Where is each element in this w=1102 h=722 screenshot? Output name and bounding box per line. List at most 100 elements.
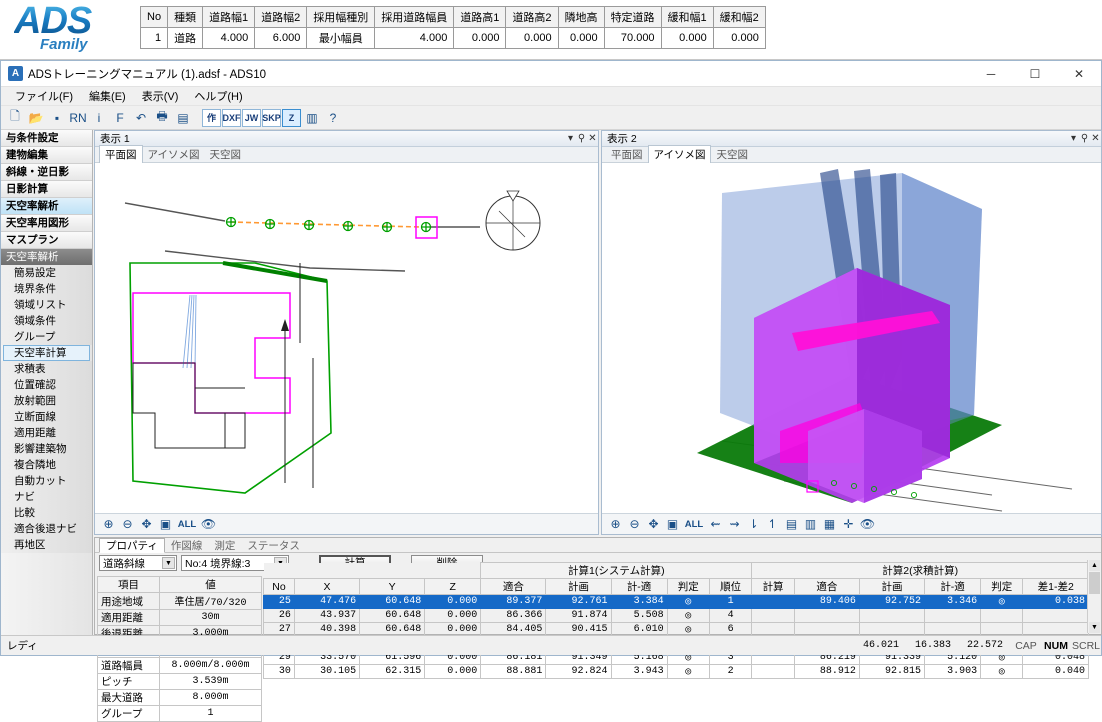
sidebar-subitem-複合隣地[interactable]: 複合隣地 (1, 457, 92, 473)
print-icon[interactable]: 🖶 (152, 108, 172, 128)
results-scrollbar[interactable]: ▲ ▼ (1087, 560, 1100, 633)
viewport2-close-icon[interactable]: ✕ (1090, 133, 1101, 144)
pan-icon[interactable]: ✥ (644, 515, 663, 533)
rotate-right-icon[interactable]: ⇝ (725, 515, 744, 533)
panel-tab-測定[interactable]: 測定 (208, 538, 241, 553)
font-icon[interactable]: F (110, 108, 130, 128)
viewport1-tab-平面図[interactable]: 平面図 (99, 145, 143, 164)
view-box-1-icon[interactable]: ▤ (782, 515, 801, 533)
zoom-window-icon[interactable]: ▣ (663, 515, 682, 533)
sidebar-subitem-位置確認[interactable]: 位置確認 (1, 377, 92, 393)
view-box-3-icon[interactable]: ▦ (820, 515, 839, 533)
zoom-all-button[interactable]: ALL (682, 515, 706, 533)
sidebar-item-日影計算[interactable]: 日影計算 (1, 181, 92, 198)
table-row[interactable]: 2643.93760.6480.00086.36691.8745.508◎4 (264, 609, 1089, 623)
menu-item[interactable]: 表示(V) (134, 87, 187, 105)
results-table[interactable]: 計算1(システム計算) 計算2(求積計算) NoXYZ適合計画計-適判定順位計算… (263, 562, 1089, 679)
panel-tab-作図線[interactable]: 作図線 (165, 538, 209, 553)
viewport1-pin-icon[interactable]: ⚲ (576, 133, 587, 144)
viewport1-close-icon[interactable]: ✕ (587, 133, 598, 144)
viewport2-pin-icon[interactable]: ⚲ (1079, 133, 1090, 144)
sidebar-subitem-グループ[interactable]: グループ (1, 329, 92, 345)
sidebar-item-建物編集[interactable]: 建物編集 (1, 147, 92, 164)
sidebar-subitem-放射範囲[interactable]: 放射範囲 (1, 393, 92, 409)
mode-jw[interactable]: JW (242, 109, 261, 127)
line-type-select[interactable]: 道路斜線 ▼ (99, 555, 177, 571)
sidebar-subitem-求積表[interactable]: 求積表 (1, 361, 92, 377)
sidebar-item-マスプラン[interactable]: マスプラン (1, 232, 92, 249)
viewport2-tab-平面図[interactable]: 平面図 (606, 146, 648, 163)
undo-icon[interactable]: ↶ (131, 108, 151, 128)
view-eye-icon[interactable]: 👁 (858, 515, 877, 533)
panel-tab-ステータス[interactable]: ステータス (241, 538, 306, 553)
sidebar-subitem-立断面線[interactable]: 立断面線 (1, 409, 92, 425)
mode-saku[interactable]: 作 (202, 109, 221, 127)
mode-z[interactable]: Z (282, 109, 301, 127)
viewport2-tab-アイソメ図[interactable]: アイソメ図 (648, 145, 712, 164)
sidebar-subitem-自動カット[interactable]: 自動カット (1, 473, 92, 489)
property-value: 30m (160, 610, 262, 626)
isometric-view-canvas[interactable] (602, 163, 1101, 512)
table-row[interactable]: 3030.10562.3150.00088.88192.8243.943◎288… (264, 665, 1089, 679)
menu-item[interactable]: 編集(E) (81, 87, 134, 105)
property-row: 用途地域準住居/70/320 (98, 593, 262, 610)
panel-tab-プロパティ[interactable]: プロパティ (99, 538, 165, 553)
view-eye-icon[interactable]: 👁 (199, 515, 218, 533)
sidebar-subitem-簡易設定[interactable]: 簡易設定 (1, 265, 92, 281)
zoom-window-icon[interactable]: ▣ (156, 515, 175, 533)
window-list-icon[interactable]: ▥ (302, 108, 322, 128)
menu-item[interactable]: ヘルプ(H) (186, 87, 250, 105)
new-file-icon[interactable]: 🗋 (5, 108, 25, 128)
sidebar-subitem-適合後退ナビ[interactable]: 適合後退ナビ (1, 521, 92, 537)
maximize-button[interactable]: ☐ (1013, 61, 1057, 87)
scroll-thumb[interactable] (1089, 572, 1100, 594)
save-file-icon[interactable]: ▪ (47, 108, 67, 128)
sidebar-item-天空率用図形[interactable]: 天空率用図形 (1, 215, 92, 232)
pan-icon[interactable]: ✥ (137, 515, 156, 533)
close-button[interactable]: ✕ (1057, 61, 1101, 87)
sidebar-subitem-領域リスト[interactable]: 領域リスト (1, 297, 92, 313)
list-icon[interactable]: ▤ (173, 108, 193, 128)
minimize-button[interactable]: ─ (969, 61, 1013, 87)
sidebar-subitem-再地区[interactable]: 再地区 (1, 537, 92, 553)
view-box-2-icon[interactable]: ▥ (801, 515, 820, 533)
zoom-out-icon[interactable]: ⊖ (118, 515, 137, 533)
table-cell: 最小幅員 (307, 28, 375, 49)
sidebar-item-天空率解析[interactable]: 天空率解析 (1, 198, 92, 215)
viewport2-tab-天空図[interactable]: 天空図 (711, 146, 753, 163)
plan-view-canvas[interactable] (95, 163, 598, 512)
mode-dxf[interactable]: DXF (222, 109, 241, 127)
sidebar-item-与条件設定[interactable]: 与条件設定 (1, 130, 92, 147)
sidebar-subitem-適用距離[interactable]: 適用距離 (1, 425, 92, 441)
sidebar-subitem-天空率計算[interactable]: 天空率計算 (3, 345, 90, 361)
viewport2-dropdown-icon[interactable]: ▾ (1068, 133, 1079, 144)
zoom-in-icon[interactable]: ⊕ (99, 515, 118, 533)
sidebar-subitem-比較[interactable]: 比較 (1, 505, 92, 521)
sidebar-subitem-境界条件[interactable]: 境界条件 (1, 281, 92, 297)
zoom-out-icon[interactable]: ⊖ (625, 515, 644, 533)
viewport1-tab-天空図[interactable]: 天空図 (204, 146, 246, 163)
sidebar-item-斜線・逆日影[interactable]: 斜線・逆日影 (1, 164, 92, 181)
sidebar-subitem-ナビ[interactable]: ナビ (1, 489, 92, 505)
table-row[interactable]: 2547.47660.6480.00089.37792.7613.384◎189… (264, 595, 1089, 609)
viewport2-toolbar: ⊕⊖✥▣ALL⇜⇝⇂↿▤▥▦✛👁 (602, 513, 1101, 534)
viewport1-dropdown-icon[interactable]: ▾ (565, 133, 576, 144)
sidebar-subitem-領域条件[interactable]: 領域条件 (1, 313, 92, 329)
save-as-icon[interactable]: RN (68, 108, 88, 128)
rotate-down-icon[interactable]: ⇂ (744, 515, 763, 533)
scroll-down-icon[interactable]: ▼ (1089, 622, 1100, 633)
sidebar-subitem-影響建築物[interactable]: 影響建築物 (1, 441, 92, 457)
help-icon[interactable]: ? (323, 108, 343, 128)
chevron-down-icon[interactable]: ▼ (162, 557, 175, 569)
axis-icon[interactable]: ✛ (839, 515, 858, 533)
rotate-up-icon[interactable]: ↿ (763, 515, 782, 533)
viewport1-tab-アイソメ図[interactable]: アイソメ図 (143, 146, 205, 163)
info-icon[interactable]: i (89, 108, 109, 128)
menu-item[interactable]: ファイル(F) (7, 87, 81, 105)
rotate-left-icon[interactable]: ⇜ (706, 515, 725, 533)
zoom-all-button[interactable]: ALL (175, 515, 199, 533)
mode-skp[interactable]: SKP (262, 109, 281, 127)
open-file-icon[interactable]: 📂 (26, 108, 46, 128)
scroll-up-icon[interactable]: ▲ (1089, 560, 1100, 571)
zoom-in-icon[interactable]: ⊕ (606, 515, 625, 533)
